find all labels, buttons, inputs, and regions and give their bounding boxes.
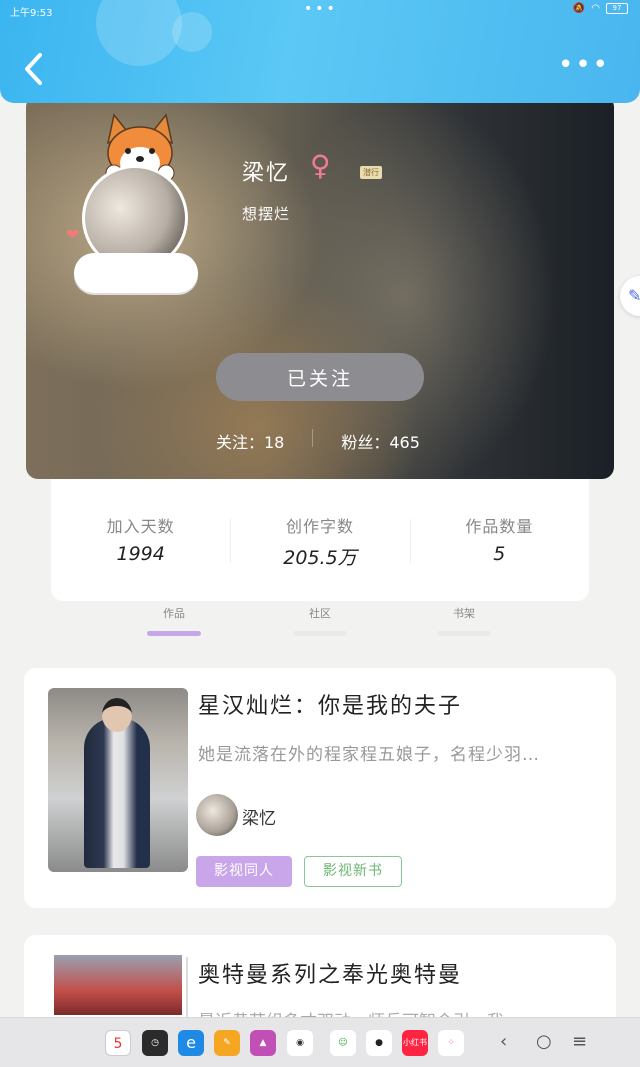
chat-app-icon[interactable]: ☺ — [330, 1030, 356, 1056]
follow-counts: 关注：18 粉丝：465 — [216, 429, 456, 453]
stat-word-count: 创作字数 205.5万 — [230, 479, 409, 601]
tab-indicator — [147, 631, 201, 636]
book-cover[interactable] — [48, 688, 188, 872]
following-count[interactable]: 关注：18 — [216, 429, 284, 453]
avatar-frame[interactable]: ❤ — [66, 113, 204, 293]
nav-back-icon[interactable]: ‹ — [500, 1030, 507, 1054]
cover-figure — [84, 718, 150, 868]
status-time: 上午9:53 — [10, 8, 53, 19]
stat-works-count: 作品数量 5 — [409, 479, 589, 601]
more-icon[interactable]: ••• — [558, 52, 610, 78]
app-drawer-icon[interactable]: ⁘ — [438, 1030, 464, 1056]
stat-value: 5 — [493, 543, 506, 565]
edit-pencil-icon[interactable]: ✎ — [620, 276, 640, 316]
wifi-icon: ◠ — [591, 3, 600, 14]
profile-name: 梁忆 — [242, 161, 291, 186]
tag-chip[interactable]: 影视同人 — [196, 856, 292, 887]
camera-app-icon[interactable]: ◉ — [287, 1030, 313, 1056]
status-dots-icon: ••• — [304, 1, 338, 17]
stat-value: 205.5万 — [283, 547, 357, 569]
tab-indicator — [293, 631, 347, 636]
heart-icon: ❤ — [66, 225, 80, 244]
level-badge: 潜行 — [360, 166, 382, 179]
author-avatar[interactable] — [196, 794, 238, 836]
cloud-decor — [74, 253, 198, 293]
xiaohongshu-app-icon[interactable]: 小红书 — [402, 1030, 428, 1056]
battery-icon: 97 — [606, 3, 628, 14]
tab-label: 书架 — [453, 607, 475, 620]
nav-home-icon[interactable]: ○ — [536, 1030, 552, 1054]
gallery-app-icon[interactable]: ▲ — [250, 1030, 276, 1056]
female-icon: ♀ — [310, 149, 331, 182]
tab-bookshelf[interactable]: 书架 — [434, 605, 494, 636]
tab-label: 社区 — [309, 607, 331, 620]
cover-head — [102, 698, 132, 732]
stat-value: 1994 — [116, 543, 165, 565]
divider — [186, 957, 188, 1017]
tab-label: 作品 — [163, 607, 185, 620]
calendar-app-icon[interactable]: 5 — [105, 1030, 131, 1056]
follow-button[interactable]: 已关注 — [216, 353, 424, 401]
browser-app-icon[interactable]: e — [178, 1030, 204, 1056]
work-title[interactable]: 奥特曼系列之奉光奥特曼 — [198, 957, 462, 989]
status-bar: 上午9:53 ••• 🔕 ◠ 97 — [0, 0, 640, 22]
divider — [312, 429, 314, 447]
clock-app-icon[interactable]: ◷ — [142, 1030, 168, 1056]
profile-tabs: 作品 社区 书架 — [0, 601, 640, 643]
stat-join-days: 加入天数 1994 — [51, 479, 230, 601]
notes-app-icon[interactable]: ✎ — [214, 1030, 240, 1056]
system-dock: 5 ◷ e ✎ ▲ ◉ ☺ ● 小红书 ⁘ ‹ ○ ≡ — [0, 1017, 640, 1067]
author-name[interactable]: 梁忆 — [242, 804, 276, 829]
tab-works[interactable]: 作品 — [144, 605, 204, 636]
profile-signature: 想摆烂 — [242, 205, 291, 223]
stat-label: 加入天数 — [106, 517, 175, 536]
book-cover[interactable] — [54, 955, 182, 1015]
stat-label: 创作字数 — [285, 517, 354, 536]
tab-community[interactable]: 社区 — [290, 605, 350, 636]
paw-app-icon[interactable]: ● — [366, 1030, 392, 1056]
app-header: 上午9:53 ••• 🔕 ◠ 97 ••• — [0, 0, 640, 103]
work-description: 她是流落在外的程家程五娘子，名程少羽… — [198, 745, 540, 765]
stats-panel: 加入天数 1994 创作字数 205.5万 作品数量 5 — [51, 479, 589, 601]
status-icons: 🔕 ◠ 97 — [573, 3, 628, 14]
tab-indicator — [437, 631, 491, 636]
work-card[interactable]: 星汉灿烂：你是我的夫子 她是流落在外的程家程五娘子，名程少羽… 梁忆 影视同人 … — [24, 668, 616, 908]
fans-count[interactable]: 粉丝：465 — [341, 429, 420, 453]
work-title[interactable]: 星汉灿烂：你是我的夫子 — [198, 688, 462, 720]
nav-menu-icon[interactable]: ≡ — [572, 1030, 587, 1054]
profile-card: ❤ 梁忆 ♀ 潜行 想摆烂 已关注 关注：18 粉丝：465 — [26, 95, 614, 479]
stat-label: 作品数量 — [465, 517, 534, 536]
tag-chip[interactable]: 影视新书 — [304, 856, 402, 887]
mute-icon: 🔕 — [572, 3, 586, 14]
back-icon[interactable] — [22, 52, 46, 86]
